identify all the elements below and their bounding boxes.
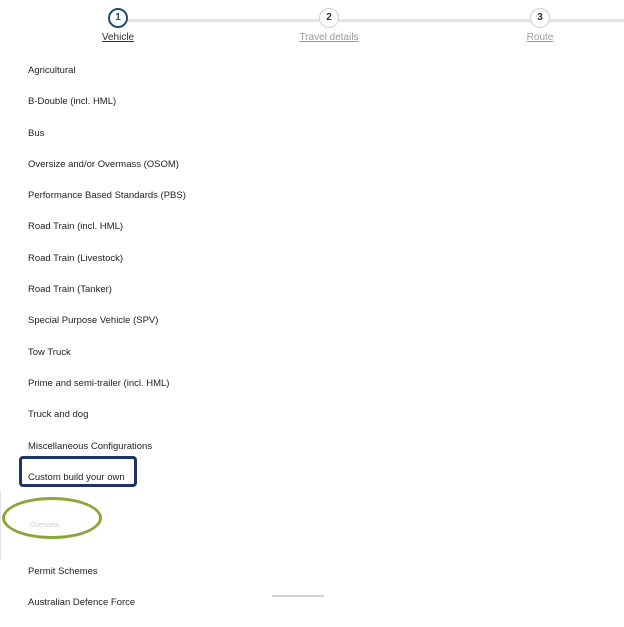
green-circle-annotation (2, 497, 102, 539)
custom-build-highlight-annotation (19, 456, 137, 487)
vehicle-option-prime-semi-trailer[interactable]: Prime and semi-trailer (incl. HML) (28, 377, 186, 408)
step-number-circle: 2 (319, 8, 339, 28)
step-label-route[interactable]: Route (480, 32, 600, 43)
vehicle-option-defence-force[interactable]: Australian Defence Force (28, 596, 186, 627)
vehicle-option-permit-schemes[interactable]: Permit Schemes (28, 565, 186, 596)
step-label-travel-details[interactable]: Travel details (269, 32, 389, 43)
left-edge-divider (0, 490, 1, 560)
vehicle-option-road-train[interactable]: Road Train (incl. HML) (28, 220, 186, 251)
step-number-circle: 3 (530, 8, 550, 28)
step-number-circle: 1 (108, 8, 128, 28)
step-route[interactable]: 3 Route (480, 8, 600, 43)
step-label-vehicle[interactable]: Vehicle (58, 32, 178, 43)
vehicle-option-road-train-livestock[interactable]: Road Train (Livestock) (28, 252, 186, 283)
vehicle-option-truck-and-dog[interactable]: Truck and dog (28, 408, 186, 439)
step-travel-details[interactable]: 2 Travel details (269, 8, 389, 43)
vehicle-option-agricultural[interactable]: Agricultural (28, 64, 186, 95)
step-vehicle[interactable]: 1 Vehicle (58, 8, 178, 43)
vehicle-type-list: Agricultural B-Double (incl. HML) Bus Ov… (28, 64, 186, 627)
vehicle-option-road-train-tanker[interactable]: Road Train (Tanker) (28, 283, 186, 314)
vehicle-option-b-double[interactable]: B-Double (incl. HML) (28, 95, 186, 126)
vehicle-option-pbs[interactable]: Performance Based Standards (PBS) (28, 189, 186, 220)
vehicle-option-bus[interactable]: Bus (28, 127, 186, 158)
vehicle-option-spv[interactable]: Special Purpose Vehicle (SPV) (28, 314, 186, 345)
vehicle-option-osom[interactable]: Oversize and/or Overmass (OSOM) (28, 158, 186, 189)
vehicle-option-tow-truck[interactable]: Tow Truck (28, 346, 186, 377)
progress-stepper: 1 Vehicle 2 Travel details 3 Route (0, 8, 624, 48)
